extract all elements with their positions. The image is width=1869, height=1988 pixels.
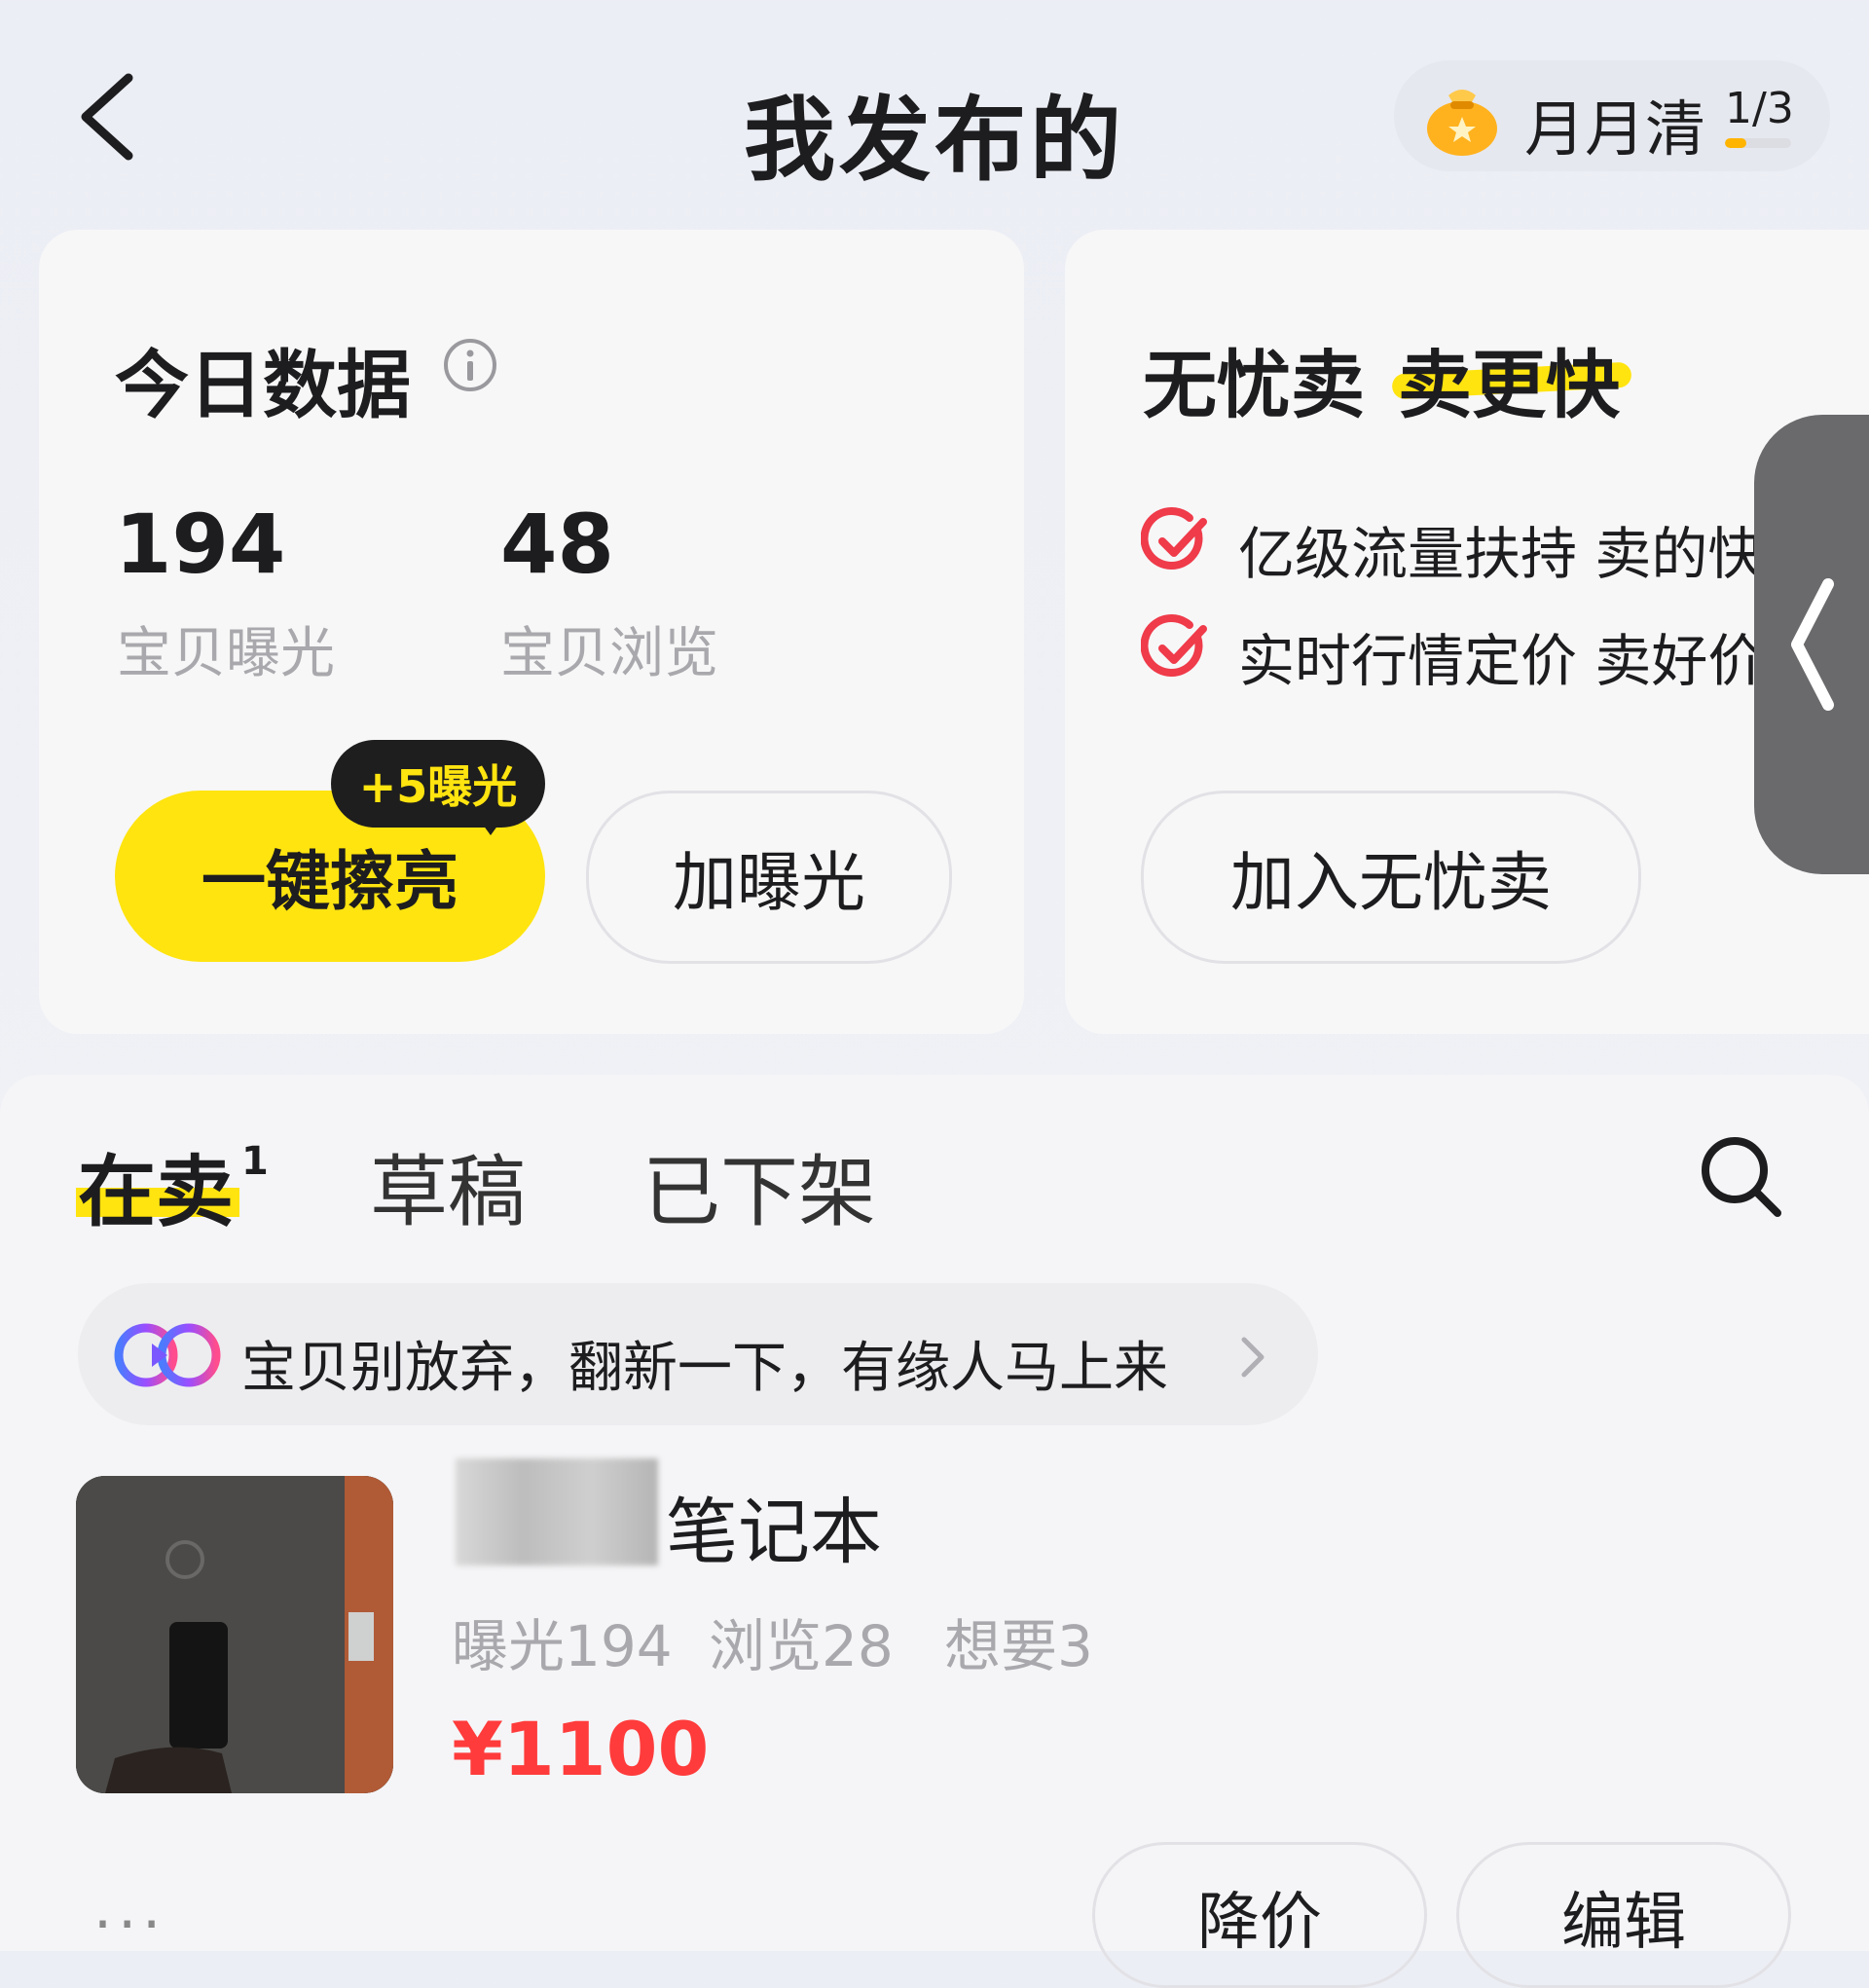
item-exposure: 曝光194: [452, 1613, 673, 1679]
feature-traffic: 亿级流量扶持 卖的快: [1238, 521, 1765, 587]
exposure-label: 宝贝曝光: [117, 622, 335, 685]
views-label: 宝贝浏览: [500, 622, 718, 685]
item-wants: 想要3: [944, 1613, 1093, 1679]
views-count: 48: [500, 497, 614, 592]
tab-on-sale[interactable]: 在卖: [78, 1129, 234, 1242]
feature-pricing: 实时行情定价 卖好价: [1238, 628, 1765, 694]
item-thumbnail[interactable]: [76, 1476, 393, 1793]
redacted-text: [456, 1458, 658, 1565]
exposure-count: 194: [115, 497, 286, 592]
monthly-clear-label: 月月清: [1524, 93, 1706, 165]
monthly-progress-bar: [1725, 138, 1791, 148]
info-icon[interactable]: [442, 337, 498, 393]
money-bag-icon: [1427, 90, 1497, 156]
reduce-price-button[interactable]: 降价: [1092, 1842, 1427, 1988]
check-circle-icon: [1141, 507, 1207, 570]
monthly-clear-count: 1/3: [1725, 84, 1794, 133]
tab-removed[interactable]: 已下架: [642, 1129, 876, 1242]
refresh-tip-text: 宝贝别放弃，翻新一下，有缘人马上来: [241, 1337, 1168, 1400]
join-worry-free-button[interactable]: 加入无忧卖: [1141, 791, 1641, 964]
item-title[interactable]: 笔记本: [666, 1474, 882, 1578]
exposure-bonus-badge: +5曝光: [331, 740, 545, 828]
chevron-left-icon: [1791, 578, 1834, 711]
sell-faster-title: 卖更快: [1398, 342, 1620, 428]
monthly-progress-fill: [1725, 138, 1747, 148]
item-views: 浏览28: [709, 1613, 894, 1679]
add-exposure-button[interactable]: 加曝光: [586, 791, 952, 964]
today-data-title: 今日数据: [115, 342, 411, 428]
chevron-right-icon: [1241, 1337, 1264, 1378]
worry-free-title: 无忧卖: [1143, 342, 1365, 428]
search-icon[interactable]: [1698, 1133, 1785, 1221]
item-photo: [76, 1476, 393, 1793]
tab-drafts[interactable]: 草稿: [370, 1129, 526, 1242]
check-circle-icon: [1141, 614, 1207, 677]
refresh-loop-icon: [114, 1323, 221, 1387]
edit-button[interactable]: 编辑: [1456, 1842, 1791, 1988]
item-price: ¥1100: [452, 1706, 710, 1792]
more-options-icon[interactable]: ···: [93, 1891, 166, 1959]
on-sale-count-badge: 1: [241, 1139, 269, 1184]
